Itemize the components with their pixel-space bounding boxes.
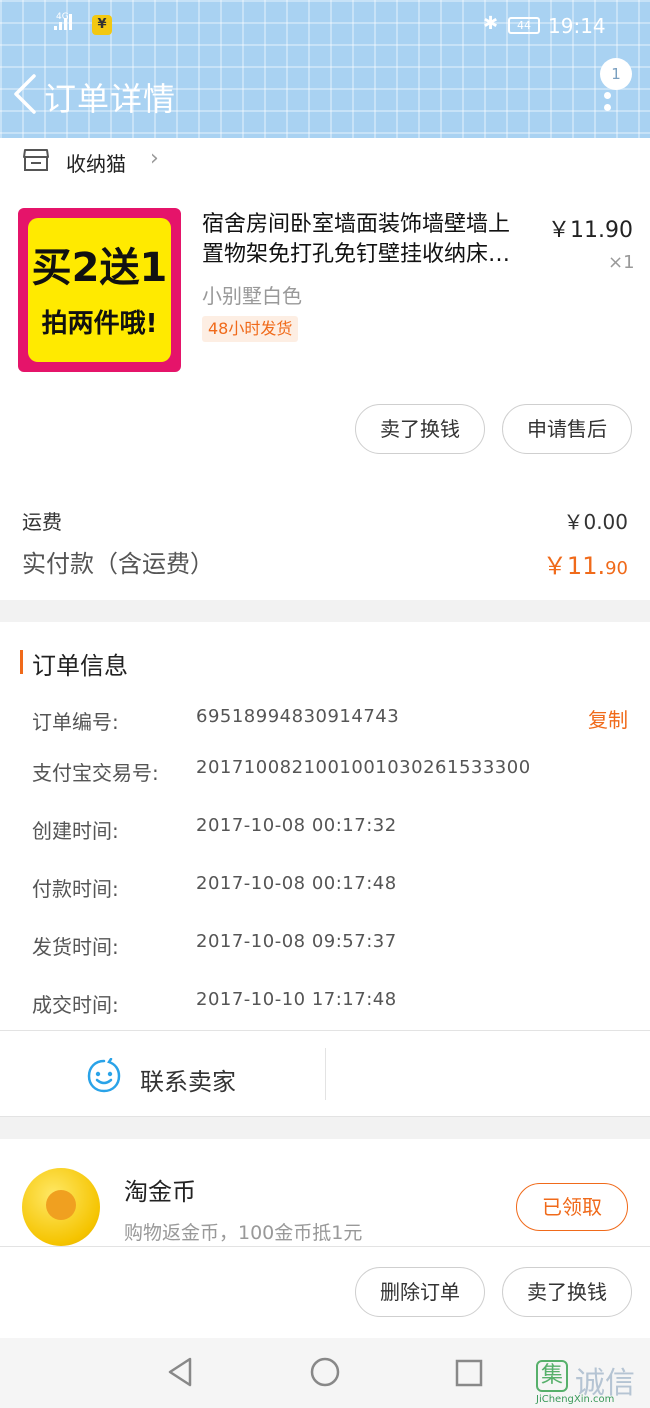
order-info-title: 订单信息 [32, 652, 128, 680]
product-title-line: 置物架免打孔免钉壁挂收纳床… [202, 242, 511, 267]
product-image-subtext: 拍两件哦! [41, 309, 158, 339]
order-info-value: 2017100821001001030261533300 [196, 757, 531, 778]
product-title-line: 宿舍房间卧室墙面装饰墙壁墙上 [202, 212, 511, 237]
paid-value-int: ￥11. [542, 552, 606, 580]
order-info-row: 订单编号: 69518994830914743 [0, 706, 650, 736]
section-accent-bar [20, 650, 23, 674]
order-info-value: 69518994830914743 [196, 706, 400, 727]
more-dot-icon [604, 92, 611, 99]
product-image[interactable]: 买2送1 拍两件哦! [18, 208, 181, 372]
claimed-button[interactable]: 已领取 [516, 1183, 628, 1231]
shop-icon [22, 147, 50, 173]
order-info-key: 付款时间: [32, 877, 119, 901]
order-info-row: 创建时间: 2017-10-08 00:17:32 [0, 815, 650, 845]
back-icon[interactable] [10, 72, 40, 116]
order-info-key: 成交时间: [32, 993, 119, 1017]
watermark-logo: 集 [536, 1360, 568, 1392]
sell-button-bottom[interactable]: 卖了换钱 [502, 1267, 632, 1317]
order-info-key: 创建时间: [32, 819, 119, 843]
shipping-label: 运费 [22, 510, 62, 534]
chevron-right-icon: › [150, 146, 159, 171]
page-title: 订单详情 [44, 80, 177, 118]
clock: 19:14 [548, 14, 606, 38]
more-dot-icon [604, 104, 611, 111]
divider [0, 1030, 650, 1031]
home-circle-icon[interactable] [309, 1356, 341, 1388]
chat-icon[interactable] [86, 1057, 122, 1094]
shipping-value: ￥0.00 [563, 510, 628, 534]
order-info-row: 成交时间: 2017-10-10 17:17:48 [0, 989, 650, 1019]
more-menu-button[interactable]: 1 [598, 56, 638, 116]
product-price: ￥11.90 [548, 218, 633, 243]
shop-row[interactable]: 收纳猫 › [0, 138, 650, 182]
header: 4G ¥ ✱ 44 19:14 订单详情 1 [0, 0, 650, 138]
recents-square-icon[interactable] [454, 1358, 484, 1388]
coin-title: 淘金币 [124, 1178, 196, 1206]
section-gap [0, 600, 650, 622]
back-triangle-icon[interactable] [166, 1356, 194, 1388]
sell-button[interactable]: 卖了换钱 [355, 404, 485, 454]
order-info-value: 2017-10-08 00:17:48 [196, 873, 397, 894]
signal-icon [54, 14, 72, 30]
gold-coin-icon [22, 1168, 100, 1246]
order-info-key: 订单编号: [32, 710, 119, 734]
divider [325, 1048, 326, 1100]
coin-description: 购物返金币，100金币抵1元 [124, 1222, 363, 1244]
order-info-row: 支付宝交易号: 2017100821001001030261533300 [0, 757, 650, 787]
delete-order-button[interactable]: 删除订单 [355, 1267, 485, 1317]
contact-seller-button[interactable]: 联系卖家 [140, 1062, 236, 1097]
notification-badge: 1 [600, 58, 632, 90]
after-sale-button[interactable]: 申请售后 [502, 404, 632, 454]
paid-label: 实付款（含运费） [22, 550, 214, 578]
order-info-value: 2017-10-10 17:17:48 [196, 989, 397, 1010]
battery-icon: 44 [508, 17, 540, 34]
product-quantity: ×1 [608, 252, 635, 273]
paid-value-dec: 90 [605, 558, 628, 579]
section-gap [0, 1117, 650, 1139]
order-info-row: 发货时间: 2017-10-08 09:57:37 [0, 931, 650, 961]
watermark-url: JiChengXin.com [536, 1394, 615, 1405]
order-info-key: 发货时间: [32, 935, 119, 959]
order-info-value: 2017-10-08 09:57:37 [196, 931, 397, 952]
order-info-row: 付款时间: 2017-10-08 00:17:48 [0, 873, 650, 903]
shop-name[interactable]: 收纳猫 [66, 148, 126, 177]
order-info-key: 支付宝交易号: [32, 761, 159, 785]
shipping-tag: 48小时发货 [202, 316, 299, 342]
bluetooth-icon: ✱ [483, 13, 499, 34]
product-title[interactable]: 宿舍房间卧室墙面装饰墙壁墙上 置物架免打孔免钉壁挂收纳床… [202, 210, 537, 270]
order-info-value: 2017-10-08 00:17:32 [196, 815, 397, 836]
paid-value: ￥11.90 [543, 546, 628, 581]
payment-icon: ¥ [92, 15, 112, 35]
product-image-text: 买2送1 [31, 245, 168, 291]
product-sku: 小别墅白色 [202, 284, 302, 308]
status-bar: 4G ¥ ✱ 44 19:14 [0, 0, 650, 50]
